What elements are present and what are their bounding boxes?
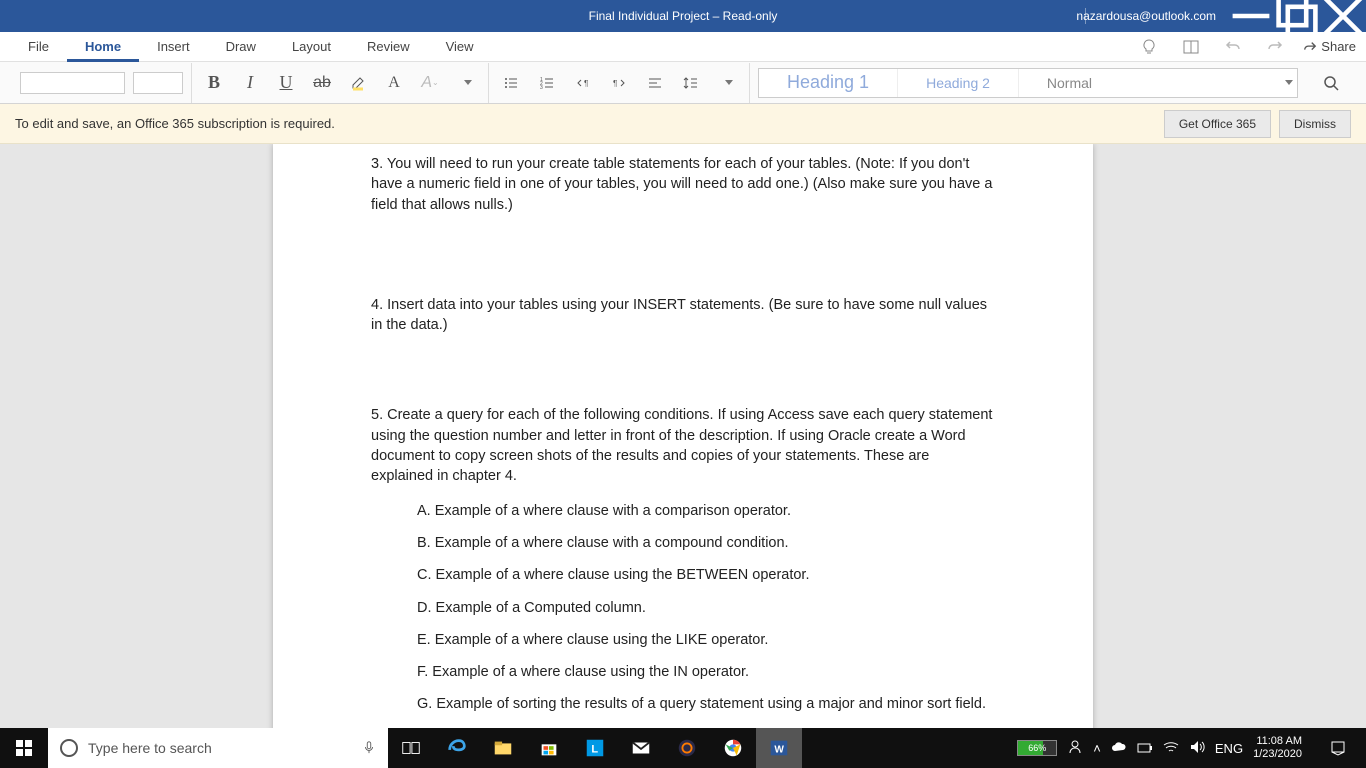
battery-percent: 66% <box>1028 743 1046 753</box>
clock-time: 11:08 AM <box>1253 735 1302 748</box>
battery-indicator[interactable]: 66% <box>1017 740 1057 756</box>
share-label: Share <box>1321 39 1356 54</box>
app-l-icon[interactable]: L <box>572 728 618 768</box>
indent-button[interactable]: ¶ <box>605 69 633 97</box>
language-indicator[interactable]: ENG <box>1215 741 1243 756</box>
sub-g: G. Example of sorting the results of a q… <box>371 694 995 714</box>
window-titlebar: Final Individual Project – Read-only naz… <box>0 0 1366 32</box>
notifications-icon[interactable] <box>1318 728 1358 768</box>
svg-text:L: L <box>591 744 598 756</box>
taskbar-search[interactable]: Type here to search <box>48 728 388 768</box>
svg-text:3: 3 <box>540 85 543 91</box>
browser-icon[interactable] <box>664 728 710 768</box>
redo-icon[interactable] <box>1261 33 1289 61</box>
line-spacing-button[interactable] <box>677 69 705 97</box>
undo-icon[interactable] <box>1219 33 1247 61</box>
power-icon[interactable] <box>1137 741 1153 756</box>
highlight-button[interactable] <box>344 69 372 97</box>
style-normal[interactable]: Normal <box>1019 69 1277 97</box>
pane-icon[interactable] <box>1177 33 1205 61</box>
tab-insert[interactable]: Insert <box>139 32 208 62</box>
find-button[interactable] <box>1316 68 1346 98</box>
clock[interactable]: 11:08 AM 1/23/2020 <box>1253 735 1308 761</box>
document-title: Final Individual Project – Read-only <box>589 9 778 23</box>
share-button[interactable]: Share <box>1303 39 1356 54</box>
svg-text:W: W <box>774 745 784 756</box>
edge-icon[interactable] <box>434 728 480 768</box>
lightbulb-icon[interactable] <box>1135 33 1163 61</box>
paragraph-3: 3. You will need to run your create tabl… <box>371 154 995 215</box>
chrome-icon[interactable] <box>710 728 756 768</box>
paragraph-4: 4. Insert data into your tables using yo… <box>371 295 995 336</box>
svg-text:¶: ¶ <box>584 79 588 88</box>
document-page: 3. You will need to run your create tabl… <box>273 144 1093 728</box>
maximize-button[interactable] <box>1274 0 1320 32</box>
tab-layout[interactable]: Layout <box>274 32 349 62</box>
italic-button[interactable]: I <box>236 69 264 97</box>
cortana-icon <box>60 739 78 757</box>
word-icon[interactable]: W <box>756 728 802 768</box>
volume-icon[interactable] <box>1189 740 1205 757</box>
font-size-select[interactable] <box>133 72 183 94</box>
more-formatting-dropdown[interactable] <box>452 69 480 97</box>
styles-gallery[interactable]: Heading 1 Heading 2 Normal <box>758 68 1298 98</box>
strikethrough-button[interactable]: ab <box>308 69 336 97</box>
close-button[interactable] <box>1320 0 1366 32</box>
people-icon[interactable] <box>1067 739 1083 758</box>
clear-formatting-button[interactable]: A⌄ <box>416 69 444 97</box>
onedrive-icon[interactable] <box>1111 741 1127 756</box>
outdent-button[interactable]: ¶ <box>569 69 597 97</box>
sub-b: B. Example of a where clause with a comp… <box>371 533 995 553</box>
ribbon-toolbar: B I U ab A A⌄ 123 ¶ ¶ <box>0 62 1366 104</box>
account-email[interactable]: nazardousa@outlook.com <box>1076 9 1216 23</box>
banner-message: To edit and save, an Office 365 subscrip… <box>15 116 335 131</box>
minimize-button[interactable] <box>1228 0 1274 32</box>
bold-button[interactable]: B <box>200 69 228 97</box>
clock-date: 1/23/2020 <box>1253 748 1302 761</box>
style-heading1[interactable]: Heading 1 <box>759 69 898 97</box>
font-color-button[interactable]: A <box>380 69 408 97</box>
subscription-banner: To edit and save, an Office 365 subscrip… <box>0 104 1366 144</box>
paragraph-5: 5. Create a query for each of the follow… <box>371 405 995 486</box>
more-paragraph-dropdown[interactable] <box>713 69 741 97</box>
svg-text:¶: ¶ <box>613 79 617 88</box>
tab-draw[interactable]: Draw <box>208 32 274 62</box>
mail-icon[interactable] <box>618 728 664 768</box>
underline-button[interactable]: U <box>272 69 300 97</box>
font-family-select[interactable] <box>20 72 125 94</box>
tab-file[interactable]: File <box>10 32 67 62</box>
tab-view[interactable]: View <box>428 32 492 62</box>
mic-icon[interactable] <box>362 740 376 757</box>
align-button[interactable] <box>641 69 669 97</box>
ribbon-tab-row: File Home Insert Draw Layout Review View… <box>0 32 1366 62</box>
styles-dropdown[interactable] <box>1277 80 1297 85</box>
dismiss-banner-button[interactable]: Dismiss <box>1279 110 1351 138</box>
tray-chevron-icon[interactable]: ˄ <box>1093 741 1101 756</box>
style-heading2[interactable]: Heading 2 <box>898 69 1019 97</box>
sub-a: A. Example of a where clause with a comp… <box>371 501 995 521</box>
sub-c: C. Example of a where clause using the B… <box>371 565 995 585</box>
start-button[interactable] <box>0 728 48 768</box>
file-explorer-icon[interactable] <box>480 728 526 768</box>
sub-e: E. Example of a where clause using the L… <box>371 630 995 650</box>
search-placeholder: Type here to search <box>88 740 212 756</box>
task-view-icon[interactable] <box>388 728 434 768</box>
numbered-list-button[interactable]: 123 <box>533 69 561 97</box>
sub-f: F. Example of a where clause using the I… <box>371 662 995 682</box>
sub-d: D. Example of a Computed column. <box>371 598 995 618</box>
bullet-list-button[interactable] <box>497 69 525 97</box>
store-icon[interactable] <box>526 728 572 768</box>
get-office-button[interactable]: Get Office 365 <box>1164 110 1271 138</box>
windows-taskbar: Type here to search L W 66% ˄ <box>0 728 1366 768</box>
tab-review[interactable]: Review <box>349 32 428 62</box>
document-scroll-area[interactable]: 3. You will need to run your create tabl… <box>0 144 1366 728</box>
tab-home[interactable]: Home <box>67 32 139 62</box>
wifi-icon[interactable] <box>1163 741 1179 756</box>
